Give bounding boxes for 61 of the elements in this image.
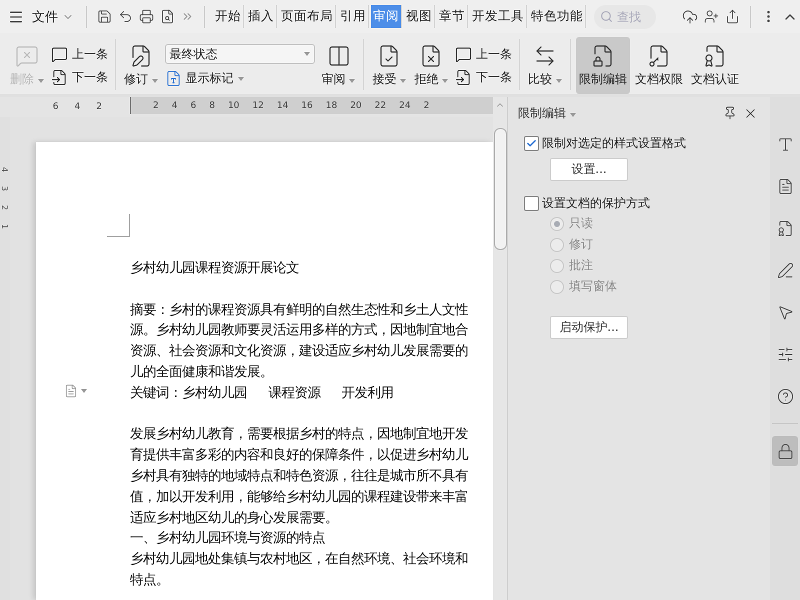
margin-mark	[107, 214, 130, 237]
document-line: 摘要：乡村的课程资源具有鲜明的自然生态性和乡土人文性	[130, 302, 469, 320]
document-line: 乡村具有独特的地域特点和特色资源，往往是城市所不具有	[130, 468, 469, 486]
display-select[interactable]: 最终状态	[164, 44, 315, 64]
search-icon	[600, 10, 613, 23]
document-line: 育提供丰富多彩的内容和良好的保障条件，以促进乡村幼儿	[130, 446, 470, 466]
panel-title[interactable]: 限制编辑	[518, 104, 576, 122]
ribbon-tab[interactable]: 引用	[338, 5, 369, 28]
ribbon-button[interactable]: 比较	[525, 37, 565, 94]
document-line: 源。乡村幼儿园教师要灵活运用多样的方式，因地制宜地合	[130, 322, 469, 340]
pin-icon[interactable]	[723, 106, 737, 120]
ribbon-button[interactable]: 审阅	[318, 37, 358, 94]
document-line: 适应乡村地区幼儿的身心发展需要。	[130, 510, 339, 528]
panel-icon	[326, 44, 351, 68]
file-menu[interactable]: 文件	[28, 6, 78, 28]
ribbon-tab[interactable]: 插入	[246, 5, 277, 28]
start-protection-button[interactable]: 启动保护...	[550, 316, 628, 339]
lock-icon[interactable]	[772, 436, 798, 466]
document-line: 儿的全面健康和谐发展。	[130, 364, 274, 382]
document-line: 资源、社会资源和文化资源，建设适应乡村幼儿发展需要的	[130, 342, 469, 362]
ribbon-tab[interactable]: 页面布局	[279, 5, 336, 28]
menu-icon	[8, 8, 24, 24]
ribbon-tab[interactable]: 章节	[437, 5, 468, 28]
ribbon-button[interactable]: 修订	[120, 37, 161, 94]
previous-icon	[50, 46, 68, 62]
next-icon	[50, 68, 68, 86]
document-line: 乡村幼儿园地处集镇与农村地区，在自然环境、社会环境和	[130, 550, 469, 570]
ribbon-tab[interactable]: 开始	[213, 5, 244, 28]
previous-icon	[455, 46, 472, 62]
ribbon-tab[interactable]: 开发工具	[470, 5, 527, 28]
search-input[interactable]: 查找	[615, 8, 653, 24]
comment-delete-icon	[14, 44, 39, 68]
ribbon-button[interactable]: 上一条	[455, 46, 512, 62]
scrollbar-thumb[interactable]	[494, 128, 506, 250]
ribbon-tab[interactable]: 特色功能	[529, 5, 586, 28]
document-line: 值，加以开发利用，能够给乡村幼儿园的课程建设带来丰富	[130, 488, 469, 507]
format-checkbox[interactable]: 限制对选定的样式设置格式	[524, 135, 758, 152]
search-field[interactable]: 查找	[594, 4, 656, 28]
document-line: 乡村幼儿园课程资源开展论文	[130, 260, 300, 278]
ribbon-tab[interactable]: 视图	[404, 5, 435, 28]
ribbon-button[interactable]: 接受	[369, 37, 410, 94]
paragraph-menu-icon[interactable]	[64, 384, 87, 398]
settings-button[interactable]: 设置...	[550, 158, 628, 181]
print-icon[interactable]	[137, 7, 156, 26]
ribbon-button[interactable]: 显示标记	[164, 70, 315, 87]
ribbon-button[interactable]: 下一条	[50, 68, 108, 86]
document-line: 特点。	[130, 572, 170, 590]
document-line: 关键词：乡村幼儿园 课程资源 开发利用	[130, 384, 395, 403]
ribbon-button[interactable]: 下一条	[455, 68, 512, 86]
ribbon-button[interactable]: 文档认证	[688, 37, 742, 94]
document-line: 发展乡村幼儿教育，需要根据乡村的特点，因地制宜地开发	[130, 426, 469, 444]
vertical-ruler: 4 3 2 1	[0, 117, 10, 600]
ribbon-button[interactable]: 上一条	[50, 46, 108, 62]
markup-icon	[164, 70, 182, 87]
next-icon	[455, 68, 472, 86]
document-line: 一、乡村幼儿园环境与资源的特点	[130, 530, 326, 548]
ribbon-button[interactable]: 拒绝	[411, 37, 452, 94]
ribbon-button[interactable]: 限制编辑	[576, 37, 630, 94]
protect-checkbox[interactable]: 设置文档的保护方式	[524, 195, 758, 212]
ribbon-button[interactable]: 文档权限	[632, 37, 686, 94]
check-icon	[526, 138, 537, 149]
